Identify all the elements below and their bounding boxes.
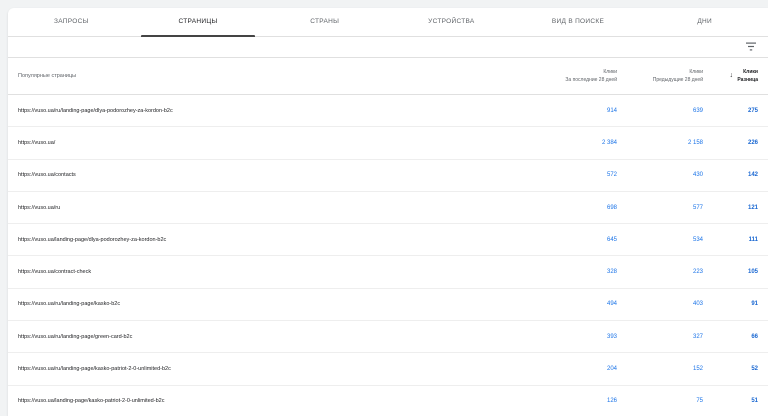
column-subtitle: Разница <box>737 77 758 83</box>
clicks-last: 126 <box>606 398 617 405</box>
clicks-prev: 403 <box>692 301 703 308</box>
clicks-last: 204 <box>606 366 617 373</box>
column-title: Клики <box>603 69 617 75</box>
column-header-clicks-prev[interactable]: Клики Предыдущие 28 дней <box>653 68 703 84</box>
clicks-diff: 105 <box>747 269 758 276</box>
table-row[interactable]: https://vuso.ua/ 2 384 2 158 226 <box>8 127 768 160</box>
clicks-prev: 534 <box>692 236 703 243</box>
column-title: Клики <box>689 69 703 75</box>
clicks-diff: 51 <box>751 398 758 405</box>
table-row[interactable]: https://vuso.ua/ru/landing-page/dlya-pod… <box>8 95 768 128</box>
clicks-diff: 121 <box>747 204 758 211</box>
clicks-diff: 226 <box>747 139 758 146</box>
table-header: Популярные страницы Клики За последние 2… <box>8 58 768 95</box>
table-row[interactable]: https://vuso.ua/contacts 572 430 142 <box>8 160 768 192</box>
column-subtitle: За последние 28 дней <box>565 77 617 83</box>
clicks-prev: 430 <box>692 172 703 179</box>
column-header-clicks-diff[interactable]: Клики Разница <box>737 68 758 84</box>
table-body: https://vuso.ua/ru/landing-page/dlya-pod… <box>8 95 768 416</box>
clicks-prev: 639 <box>692 107 703 114</box>
clicks-prev: 327 <box>692 333 703 340</box>
clicks-diff: 142 <box>747 172 758 179</box>
table-row[interactable]: https://vuso.ua/contract-check 328 223 1… <box>8 256 768 289</box>
column-header-clicks-last[interactable]: Клики За последние 28 дней <box>565 68 617 84</box>
page-url[interactable]: https://vuso.ua/ru/landing-page/kasko-b2… <box>18 301 120 307</box>
filter-icon[interactable] <box>746 42 756 51</box>
report-tabs: ЗАПРОСЫ СТРАНИЦЫ СТРАНЫ УСТРОЙСТВА ВИД В… <box>8 8 768 37</box>
page-url[interactable]: https://vuso.ua/landing-page/dlya-podoro… <box>18 237 166 243</box>
clicks-prev: 223 <box>692 269 703 276</box>
table-row[interactable]: https://vuso.ua/landing-page/dlya-podoro… <box>8 224 768 257</box>
column-header-pages[interactable]: Популярные страницы <box>18 73 76 79</box>
performance-card: ЗАПРОСЫ СТРАНИЦЫ СТРАНЫ УСТРОЙСТВА ВИД В… <box>8 8 768 416</box>
tab-countries[interactable]: СТРАНЫ <box>261 8 388 36</box>
clicks-diff: 66 <box>751 333 758 340</box>
clicks-last: 572 <box>606 172 617 179</box>
clicks-last: 645 <box>606 236 617 243</box>
table-row[interactable]: https://vuso.ua/landing-page/kasko-patri… <box>8 386 768 416</box>
page-url[interactable]: https://vuso.ua/contract-check <box>18 269 91 275</box>
tab-devices[interactable]: УСТРОЙСТВА <box>388 8 515 36</box>
tab-pages[interactable]: СТРАНИЦЫ <box>135 8 262 37</box>
page-url[interactable]: https://vuso.ua/ru/landing-page/dlya-pod… <box>18 108 173 114</box>
page-url[interactable]: https://vuso.ua/ru/landing-page/green-ca… <box>18 334 132 340</box>
tab-queries[interactable]: ЗАПРОСЫ <box>8 8 135 36</box>
clicks-prev: 2 158 <box>687 139 703 146</box>
clicks-diff: 91 <box>751 301 758 308</box>
arrow-down-icon: ↓ <box>729 72 734 79</box>
clicks-diff: 111 <box>748 236 758 243</box>
column-subtitle: Предыдущие 28 дней <box>652 77 703 83</box>
page-url[interactable]: https://vuso.ua/contacts <box>18 172 76 178</box>
page-url[interactable]: https://vuso.ua/ru <box>18 205 60 211</box>
clicks-last: 328 <box>606 269 617 276</box>
clicks-prev: 152 <box>692 366 703 373</box>
clicks-last: 698 <box>606 204 617 211</box>
clicks-diff: 275 <box>747 107 758 114</box>
tab-search-appearance[interactable]: ВИД В ПОИСКЕ <box>515 8 642 36</box>
clicks-last: 914 <box>606 107 617 114</box>
tab-dates[interactable]: ДНИ <box>641 8 768 36</box>
column-title: Клики <box>743 69 758 75</box>
clicks-prev: 75 <box>696 398 703 405</box>
page-url[interactable]: https://vuso.ua/ <box>18 140 55 146</box>
clicks-last: 2 384 <box>601 139 617 146</box>
table-toolbar <box>8 37 768 58</box>
page-url[interactable]: https://vuso.ua/landing-page/kasko-patri… <box>18 398 164 404</box>
clicks-prev: 577 <box>692 204 703 211</box>
table-row[interactable]: https://vuso.ua/ru/landing-page/kasko-b2… <box>8 289 768 322</box>
clicks-diff: 52 <box>751 366 758 373</box>
table-row[interactable]: https://vuso.ua/ru/landing-page/green-ca… <box>8 321 768 354</box>
page-url[interactable]: https://vuso.ua/ru/landing-page/kasko-pa… <box>18 366 171 372</box>
table-row[interactable]: https://vuso.ua/ru/landing-page/kasko-pa… <box>8 353 768 386</box>
clicks-last: 393 <box>606 333 617 340</box>
clicks-last: 494 <box>606 301 617 308</box>
table-row[interactable]: https://vuso.ua/ru 698 577 121 <box>8 192 768 225</box>
